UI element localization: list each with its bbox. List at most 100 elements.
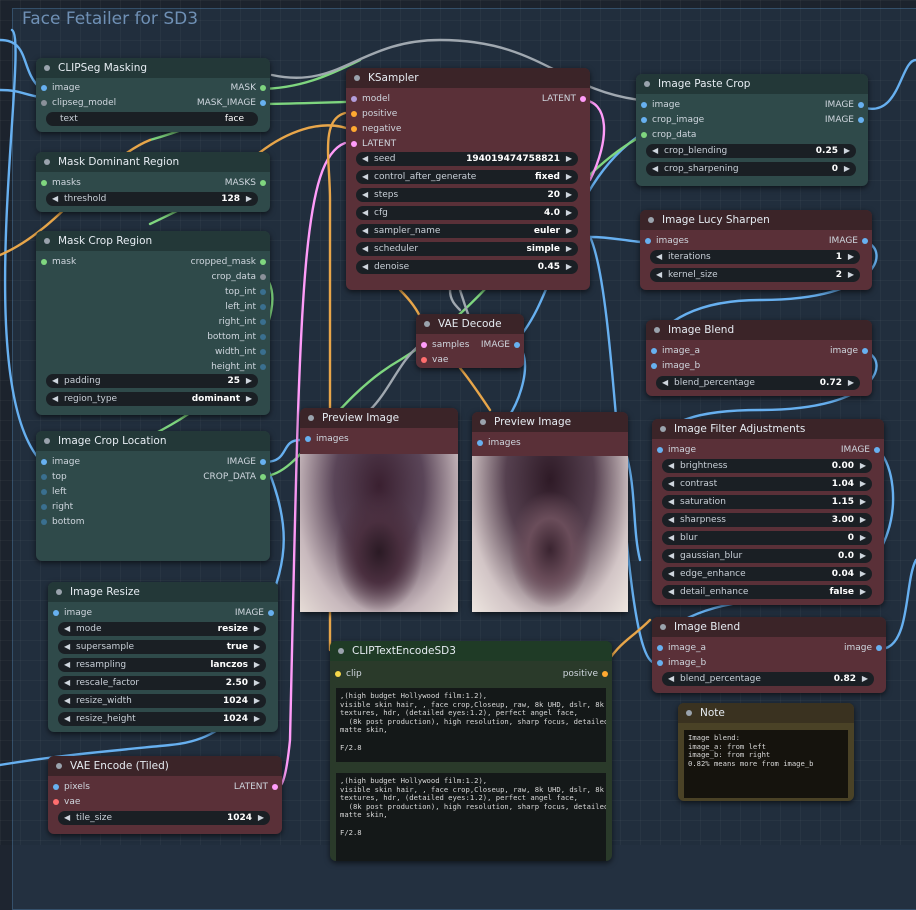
decrement-arrow-icon[interactable]: ◀ [64,640,70,654]
increment-arrow-icon[interactable]: ▶ [254,658,260,672]
output-socket[interactable] [514,342,520,348]
output-socket[interactable] [874,447,880,453]
decrement-arrow-icon[interactable]: ◀ [52,374,58,388]
image-crop-location-node[interactable]: Image Crop Location image IMAGE top CROP_D… [36,431,270,561]
ksampler-node[interactable]: KSampler model LATENT positive negative L… [346,68,590,290]
mode-widget[interactable]: ◀ mode resize ▶ [58,622,266,636]
increment-arrow-icon[interactable]: ▶ [258,811,264,825]
scheduler-widget[interactable]: ◀ scheduler simple ▶ [356,242,578,256]
node-title[interactable]: CLIPTextEncodeSD3 [330,641,612,661]
output-socket[interactable] [260,100,266,106]
input-socket[interactable] [651,363,657,369]
increment-arrow-icon[interactable]: ▶ [860,477,866,491]
decrement-arrow-icon[interactable]: ◀ [668,495,674,509]
increment-arrow-icon[interactable]: ▶ [566,152,572,166]
node-title[interactable]: Image Lucy Sharpen [640,210,872,230]
seed-widget[interactable]: ◀ seed 194019474758821 ▶ [356,152,578,166]
output-socket[interactable] [260,304,266,310]
input-socket[interactable] [651,348,657,354]
decrement-arrow-icon[interactable]: ◀ [362,224,368,238]
iterations-widget[interactable]: ◀ iterations 1 ▶ [650,250,860,264]
decrement-arrow-icon[interactable]: ◀ [668,531,674,545]
input-socket[interactable] [41,519,47,525]
cfg-widget[interactable]: ◀ cfg 4.0 ▶ [356,206,578,220]
padding-widget[interactable]: ◀ padding 25 ▶ [46,374,258,388]
input-socket[interactable] [53,610,59,616]
decrement-arrow-icon[interactable]: ◀ [668,567,674,581]
output-socket[interactable] [260,274,266,280]
input-socket[interactable] [641,102,647,108]
node-graph-canvas[interactable]: Face Fetailer for SD3 CLIPSeg Masking im… [0,0,916,910]
resampling-widget[interactable]: ◀ resampling lanczos ▶ [58,658,266,672]
decrement-arrow-icon[interactable]: ◀ [668,459,674,473]
node-title[interactable]: Image Blend [646,320,872,340]
input-socket[interactable] [41,180,47,186]
increment-arrow-icon[interactable]: ▶ [566,242,572,256]
input-socket[interactable] [41,489,47,495]
output-socket[interactable] [260,364,266,370]
saturation-widget[interactable]: ◀ saturation 1.15 ▶ [662,495,872,509]
node-title[interactable]: Image Blend [652,617,886,637]
image-lucy-sharpen-node[interactable]: Image Lucy Sharpen images IMAGE ◀ iteratio… [640,210,872,290]
decrement-arrow-icon[interactable]: ◀ [668,585,674,599]
input-socket[interactable] [421,342,427,348]
steps-widget[interactable]: ◀ steps 20 ▶ [356,188,578,202]
input-socket[interactable] [657,447,663,453]
note-node[interactable]: Note Image blend: image_a: from left ima… [678,703,854,801]
input-socket[interactable] [41,259,47,265]
kernel-size-widget[interactable]: ◀ kernel_size 2 ▶ [650,268,860,282]
image-paste-crop-node[interactable]: Image Paste Crop image IMAGE crop_image IM… [636,74,868,186]
increment-arrow-icon[interactable]: ▶ [254,694,260,708]
gaussian-blur-widget[interactable]: ◀ gaussian_blur 0.0 ▶ [662,549,872,563]
input-socket[interactable] [335,671,341,677]
output-socket[interactable] [260,319,266,325]
output-socket[interactable] [260,180,266,186]
input-socket[interactable] [305,436,311,442]
node-title[interactable]: Mask Dominant Region [36,152,270,172]
decrement-arrow-icon[interactable]: ◀ [64,676,70,690]
output-socket[interactable] [862,238,868,244]
brightness-widget[interactable]: ◀ brightness 0.00 ▶ [662,459,872,473]
input-socket[interactable] [41,459,47,465]
increment-arrow-icon[interactable]: ▶ [860,531,866,545]
input-socket[interactable] [351,141,357,147]
node-title[interactable]: Image Crop Location [36,431,270,451]
prompt-textarea[interactable]: ,(high budget Hollywood film:1.2), visib… [336,773,606,861]
decrement-arrow-icon[interactable]: ◀ [668,477,674,491]
control-after-generate-widget[interactable]: ◀ control_after_generate fixed ▶ [356,170,578,184]
output-socket[interactable] [260,459,266,465]
decrement-arrow-icon[interactable]: ◀ [64,658,70,672]
decrement-arrow-icon[interactable]: ◀ [668,513,674,527]
increment-arrow-icon[interactable]: ▶ [844,162,850,176]
input-socket[interactable] [41,85,47,91]
detail-enhance-widget[interactable]: ◀ detail_enhance false ▶ [662,585,872,599]
node-title[interactable]: CLIPSeg Masking [36,58,270,78]
input-socket[interactable] [641,132,647,138]
input-socket[interactable] [477,440,483,446]
increment-arrow-icon[interactable]: ▶ [848,376,854,390]
output-socket[interactable] [272,784,278,790]
output-socket[interactable] [268,610,274,616]
input-socket[interactable] [41,100,47,106]
text-widget[interactable]: text face [46,112,258,126]
preview-image-node[interactable]: Preview Image images [300,408,458,612]
node-title[interactable]: Image Resize [48,582,278,602]
increment-arrow-icon[interactable]: ▶ [844,144,850,158]
image-blend-node[interactable]: Image Blend image_a image image_b ◀ blend_… [652,617,886,693]
input-socket[interactable] [53,799,59,805]
image-filter-adjustments-node[interactable]: Image Filter Adjustments image IMAGE ◀ bri… [652,419,884,605]
input-socket[interactable] [645,238,651,244]
increment-arrow-icon[interactable]: ▶ [566,224,572,238]
decrement-arrow-icon[interactable]: ◀ [362,152,368,166]
node-title[interactable]: VAE Encode (Tiled) [48,756,282,776]
output-socket[interactable] [862,348,868,354]
node-title[interactable]: Image Filter Adjustments [652,419,884,439]
increment-arrow-icon[interactable]: ▶ [254,676,260,690]
decrement-arrow-icon[interactable]: ◀ [64,622,70,636]
decrement-arrow-icon[interactable]: ◀ [362,170,368,184]
resize-height-widget[interactable]: ◀ resize_height 1024 ▶ [58,712,266,726]
input-socket[interactable] [41,474,47,480]
increment-arrow-icon[interactable]: ▶ [566,260,572,274]
image-blend-node[interactable]: Image Blend image_a image image_b ◀ blend_… [646,320,872,396]
decrement-arrow-icon[interactable]: ◀ [668,672,674,686]
